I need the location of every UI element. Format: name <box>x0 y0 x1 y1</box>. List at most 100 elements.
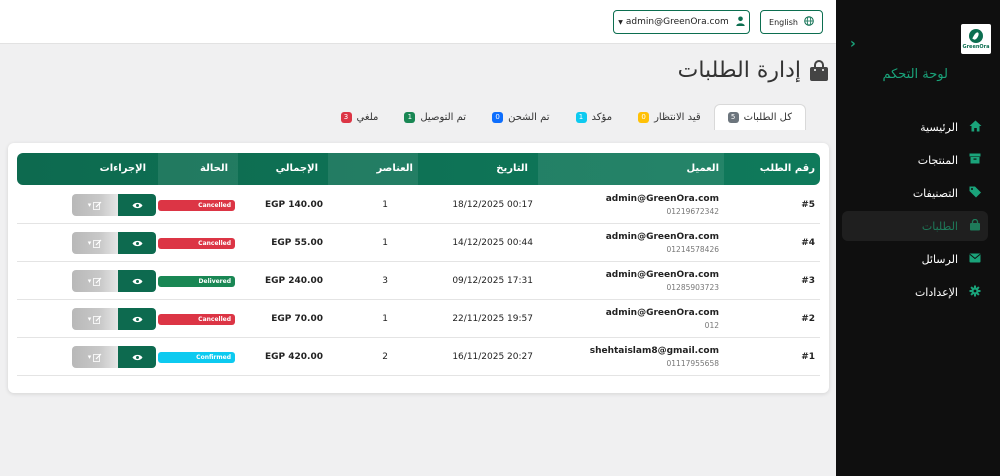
eye-icon <box>132 354 142 360</box>
view-order-button[interactable] <box>118 308 156 330</box>
column-header-order-no: رقم الطلب <box>759 163 815 174</box>
column-header-status: الحالة <box>158 153 238 185</box>
customer-cell: admin@GreenOra.com 01214578426 <box>538 224 724 262</box>
gear-icon <box>968 285 982 300</box>
tab-confirmed[interactable]: 1 مؤكد <box>563 104 626 130</box>
order-total: EGP 70.00 <box>271 314 323 324</box>
order-date: 09/12/2025 17:31 <box>452 276 533 286</box>
tab-count-badge: 1 <box>575 111 587 123</box>
caret-down-icon: ▾ <box>87 315 92 323</box>
edit-status-dropdown[interactable]: ▾ <box>72 270 118 292</box>
tab-all-orders[interactable]: 5 كل الطلبات <box>713 104 806 130</box>
envelope-icon <box>968 252 982 266</box>
customer-email: shehtaislam8@gmail.com <box>589 346 719 356</box>
order-number: #3 <box>801 276 815 286</box>
customer-email: admin@GreenOra.com <box>605 308 719 318</box>
column-header-items: العناصر <box>328 153 418 185</box>
order-number: #2 <box>801 314 815 324</box>
column-header-total: الإجمالي <box>275 163 318 174</box>
row-actions: ▾ <box>72 194 156 216</box>
tab-label: قيد الانتظار <box>654 111 701 123</box>
order-total: EGP 55.00 <box>271 238 323 248</box>
edit-status-dropdown[interactable]: ▾ <box>72 346 118 368</box>
tab-label: ملغي <box>356 111 379 123</box>
row-actions: ▾ <box>72 270 156 292</box>
tab-label: تم الشحن <box>508 111 550 123</box>
order-number: #4 <box>801 238 815 248</box>
order-number: #5 <box>801 200 815 210</box>
globe-icon <box>804 15 814 29</box>
customer-cell: admin@GreenOra.com 01219672342 <box>538 186 724 224</box>
view-order-button[interactable] <box>118 232 156 254</box>
status-cell: Cancelled <box>158 300 238 338</box>
edit-icon <box>93 201 102 210</box>
caret-down-icon: ▾ <box>87 201 92 209</box>
table-row: #4 admin@GreenOra.com 01214578426 14/12/… <box>17 224 820 262</box>
customer-phone: 01214578426 <box>666 245 720 254</box>
tags-icon <box>968 186 982 201</box>
sidebar-toggle-chevron-icon[interactable]: › <box>850 36 856 52</box>
eye-icon <box>132 316 142 322</box>
sidebar-item-label: الإعدادات <box>914 285 958 299</box>
column-header-actions: الإجراءات <box>99 163 146 174</box>
view-order-button[interactable] <box>118 194 156 216</box>
shopping-bag-icon <box>809 59 829 82</box>
status-badge: Cancelled <box>158 199 235 211</box>
tab-pending[interactable]: 0 قيد الانتظار <box>625 104 714 130</box>
row-actions: ▾ <box>72 346 156 368</box>
sidebar-item-settings[interactable]: الإعدادات <box>842 277 988 307</box>
sidebar-item-label: المنتجات <box>917 153 958 167</box>
tab-count-badge: 0 <box>492 111 504 123</box>
view-order-button[interactable] <box>118 270 156 292</box>
tab-count-badge: 0 <box>638 111 650 123</box>
table-row: #5 admin@GreenOra.com 01219672342 18/12/… <box>17 186 820 224</box>
tab-delivered[interactable]: 1 تم التوصيل <box>391 104 479 130</box>
language-button[interactable]: English <box>760 10 823 34</box>
order-total: EGP 420.00 <box>265 352 323 362</box>
sidebar-item-orders[interactable]: الطلبات <box>842 211 988 241</box>
customer-email: admin@GreenOra.com <box>605 270 719 280</box>
edit-icon <box>93 239 102 248</box>
sidebar-item-home[interactable]: الرئيسية <box>842 112 988 142</box>
order-date: 18/12/2025 00:17 <box>452 200 533 210</box>
customer-email: admin@GreenOra.com <box>605 194 719 204</box>
status-badge: Confirmed <box>158 351 235 363</box>
sidebar-item-products[interactable]: المنتجات <box>842 145 988 175</box>
column-header-customer: العميل <box>538 153 724 185</box>
row-actions: ▾ <box>72 232 156 254</box>
sidebar-item-messages[interactable]: الرسائل <box>842 244 988 274</box>
orders-table-card: رقم الطلب العميل التاريخ العناصر الإجمال… <box>8 143 829 393</box>
edit-status-dropdown[interactable]: ▾ <box>72 232 118 254</box>
tab-shipped[interactable]: 0 تم الشحن <box>479 104 562 130</box>
view-order-button[interactable] <box>118 346 156 368</box>
customer-email: admin@GreenOra.com <box>605 232 719 242</box>
shopping-bag-icon <box>968 218 982 234</box>
caret-down-icon: ▼ <box>618 18 623 26</box>
edit-icon <box>93 315 102 324</box>
tab-label: تم التوصيل <box>420 111 467 123</box>
edit-status-dropdown[interactable]: ▾ <box>72 194 118 216</box>
user-email: admin@GreenOra.com <box>625 17 729 27</box>
sidebar-item-label: الرسائل <box>921 252 958 266</box>
status-cell: Delivered <box>158 262 238 300</box>
tab-cancelled[interactable]: 3 ملغي <box>328 104 392 130</box>
user-menu-button[interactable]: ▼ admin@GreenOra.com <box>613 10 750 34</box>
order-date: 22/11/2025 19:57 <box>452 314 533 324</box>
page-title: إدارة الطلبات <box>678 58 829 83</box>
order-items-count: 3 <box>382 276 388 286</box>
sidebar: › GreenOra لوحة التحكم الرئيسية المنتجات… <box>836 0 1000 476</box>
order-total: EGP 240.00 <box>265 276 323 286</box>
sidebar-item-categories[interactable]: التصنيفات <box>842 178 988 208</box>
table-header: رقم الطلب العميل التاريخ العناصر الإجمال… <box>17 153 820 185</box>
eye-icon <box>132 202 142 208</box>
table-row: #1 shehtaislam8@gmail.com 01117955658 16… <box>17 338 820 376</box>
row-actions: ▾ <box>72 308 156 330</box>
logo: GreenOra <box>961 24 991 54</box>
order-date: 16/11/2025 20:27 <box>452 352 533 362</box>
customer-cell: admin@GreenOra.com 012 <box>538 300 724 338</box>
leaf-icon <box>969 28 983 43</box>
status-badge: Delivered <box>158 275 235 287</box>
order-items-count: 1 <box>382 314 388 324</box>
edit-status-dropdown[interactable]: ▾ <box>72 308 118 330</box>
user-icon <box>736 16 745 29</box>
